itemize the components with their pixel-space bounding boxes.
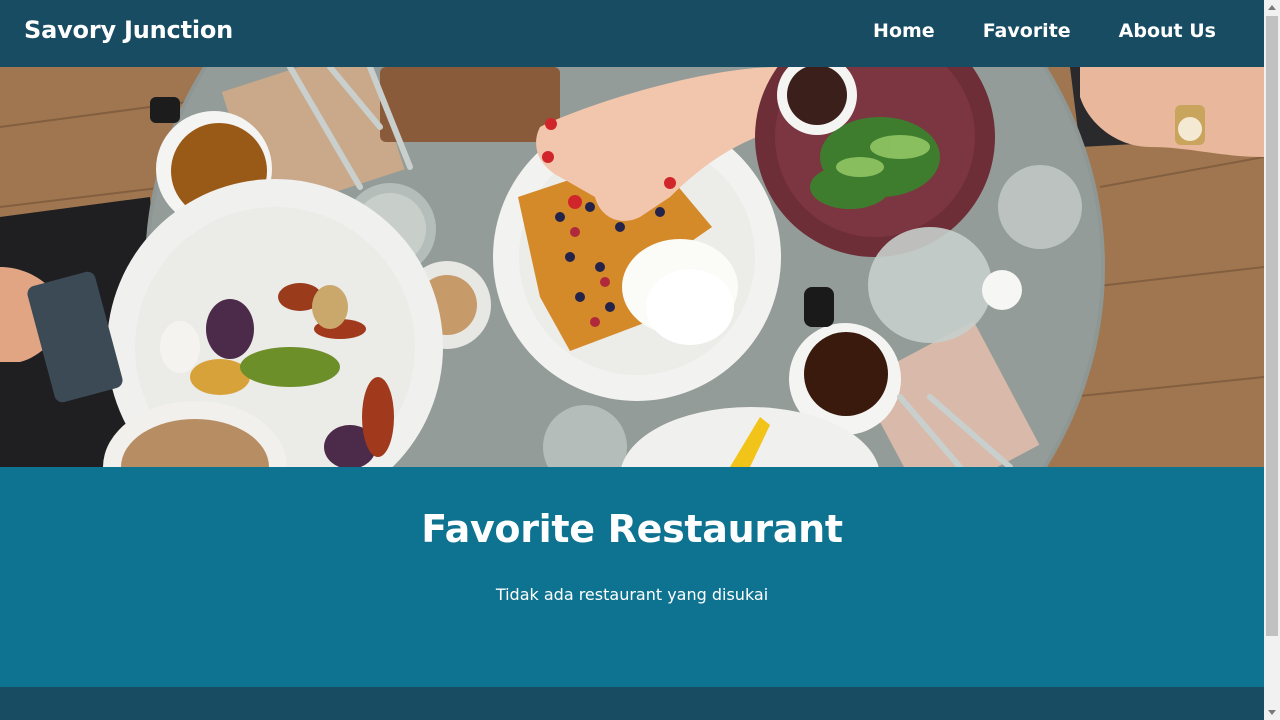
scroll-down-button[interactable] [1264,704,1280,720]
nav-link-favorite[interactable]: Favorite [959,20,1095,42]
chevron-up-icon [1268,5,1276,10]
app-header: Savory Junction Home Favorite About Us [0,0,1264,67]
scroll-up-button[interactable] [1264,0,1280,16]
nav-link-about-us[interactable]: About Us [1095,20,1240,42]
main-nav: Home Favorite About Us [849,20,1240,42]
chevron-down-icon [1268,710,1276,715]
nav-link-home[interactable]: Home [849,20,959,42]
empty-state-message: Tidak ada restaurant yang disukai [495,585,769,604]
scroll-thumb[interactable] [1266,16,1278,636]
hero-image [0,67,1264,467]
brand-logo[interactable]: Savory Junction [24,16,233,44]
page-footer [0,687,1264,720]
vertical-scrollbar[interactable] [1264,0,1280,720]
page: Savory Junction Home Favorite About Us F… [0,0,1264,720]
page-title: Favorite Restaurant [421,507,843,551]
favorite-section: Favorite Restaurant Tidak ada restaurant… [0,467,1264,687]
